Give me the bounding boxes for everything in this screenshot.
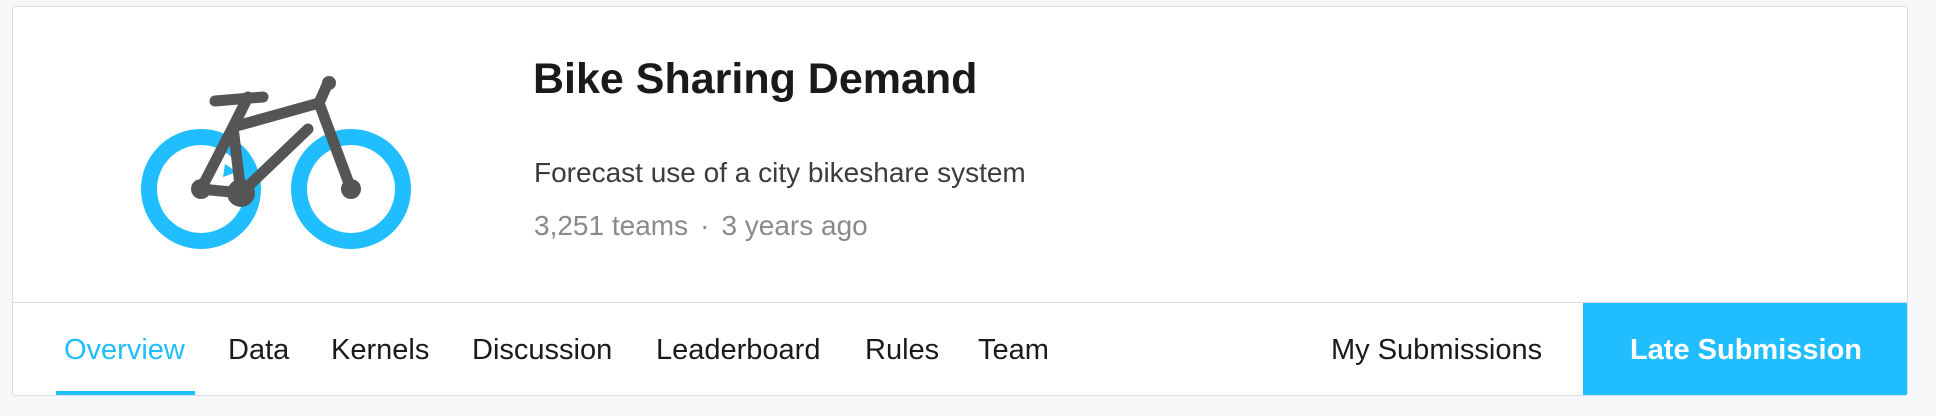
competition-card: Bike Sharing Demand Forecast use of a ci… <box>12 6 1908 396</box>
competition-tabs: Overview Data Kernels Discussion Leaderb… <box>13 303 1907 395</box>
competition-meta: 3,251 teams · 3 years ago <box>534 210 868 242</box>
my-submissions-link[interactable]: My Submissions <box>1331 303 1542 395</box>
tab-kernels[interactable]: Kernels <box>331 303 429 395</box>
competition-subtitle: Forecast use of a city bikeshare system <box>534 157 1026 188</box>
tab-data[interactable]: Data <box>228 303 289 395</box>
competition-age: 3 years ago <box>721 210 868 241</box>
active-tab-indicator <box>56 391 195 395</box>
competition-header: Bike Sharing Demand Forecast use of a ci… <box>13 7 1907 303</box>
tab-team[interactable]: Team <box>978 303 1049 395</box>
bicycle-icon <box>141 76 411 249</box>
late-submission-button[interactable]: Late Submission <box>1583 303 1907 395</box>
team-count: 3,251 teams <box>534 210 689 241</box>
tab-overview[interactable]: Overview <box>64 303 185 395</box>
tab-rules[interactable]: Rules <box>865 303 939 395</box>
tab-discussion[interactable]: Discussion <box>472 303 612 395</box>
competition-title: Bike Sharing Demand <box>533 55 978 103</box>
tab-leaderboard[interactable]: Leaderboard <box>656 303 820 395</box>
meta-separator: · <box>700 210 710 241</box>
